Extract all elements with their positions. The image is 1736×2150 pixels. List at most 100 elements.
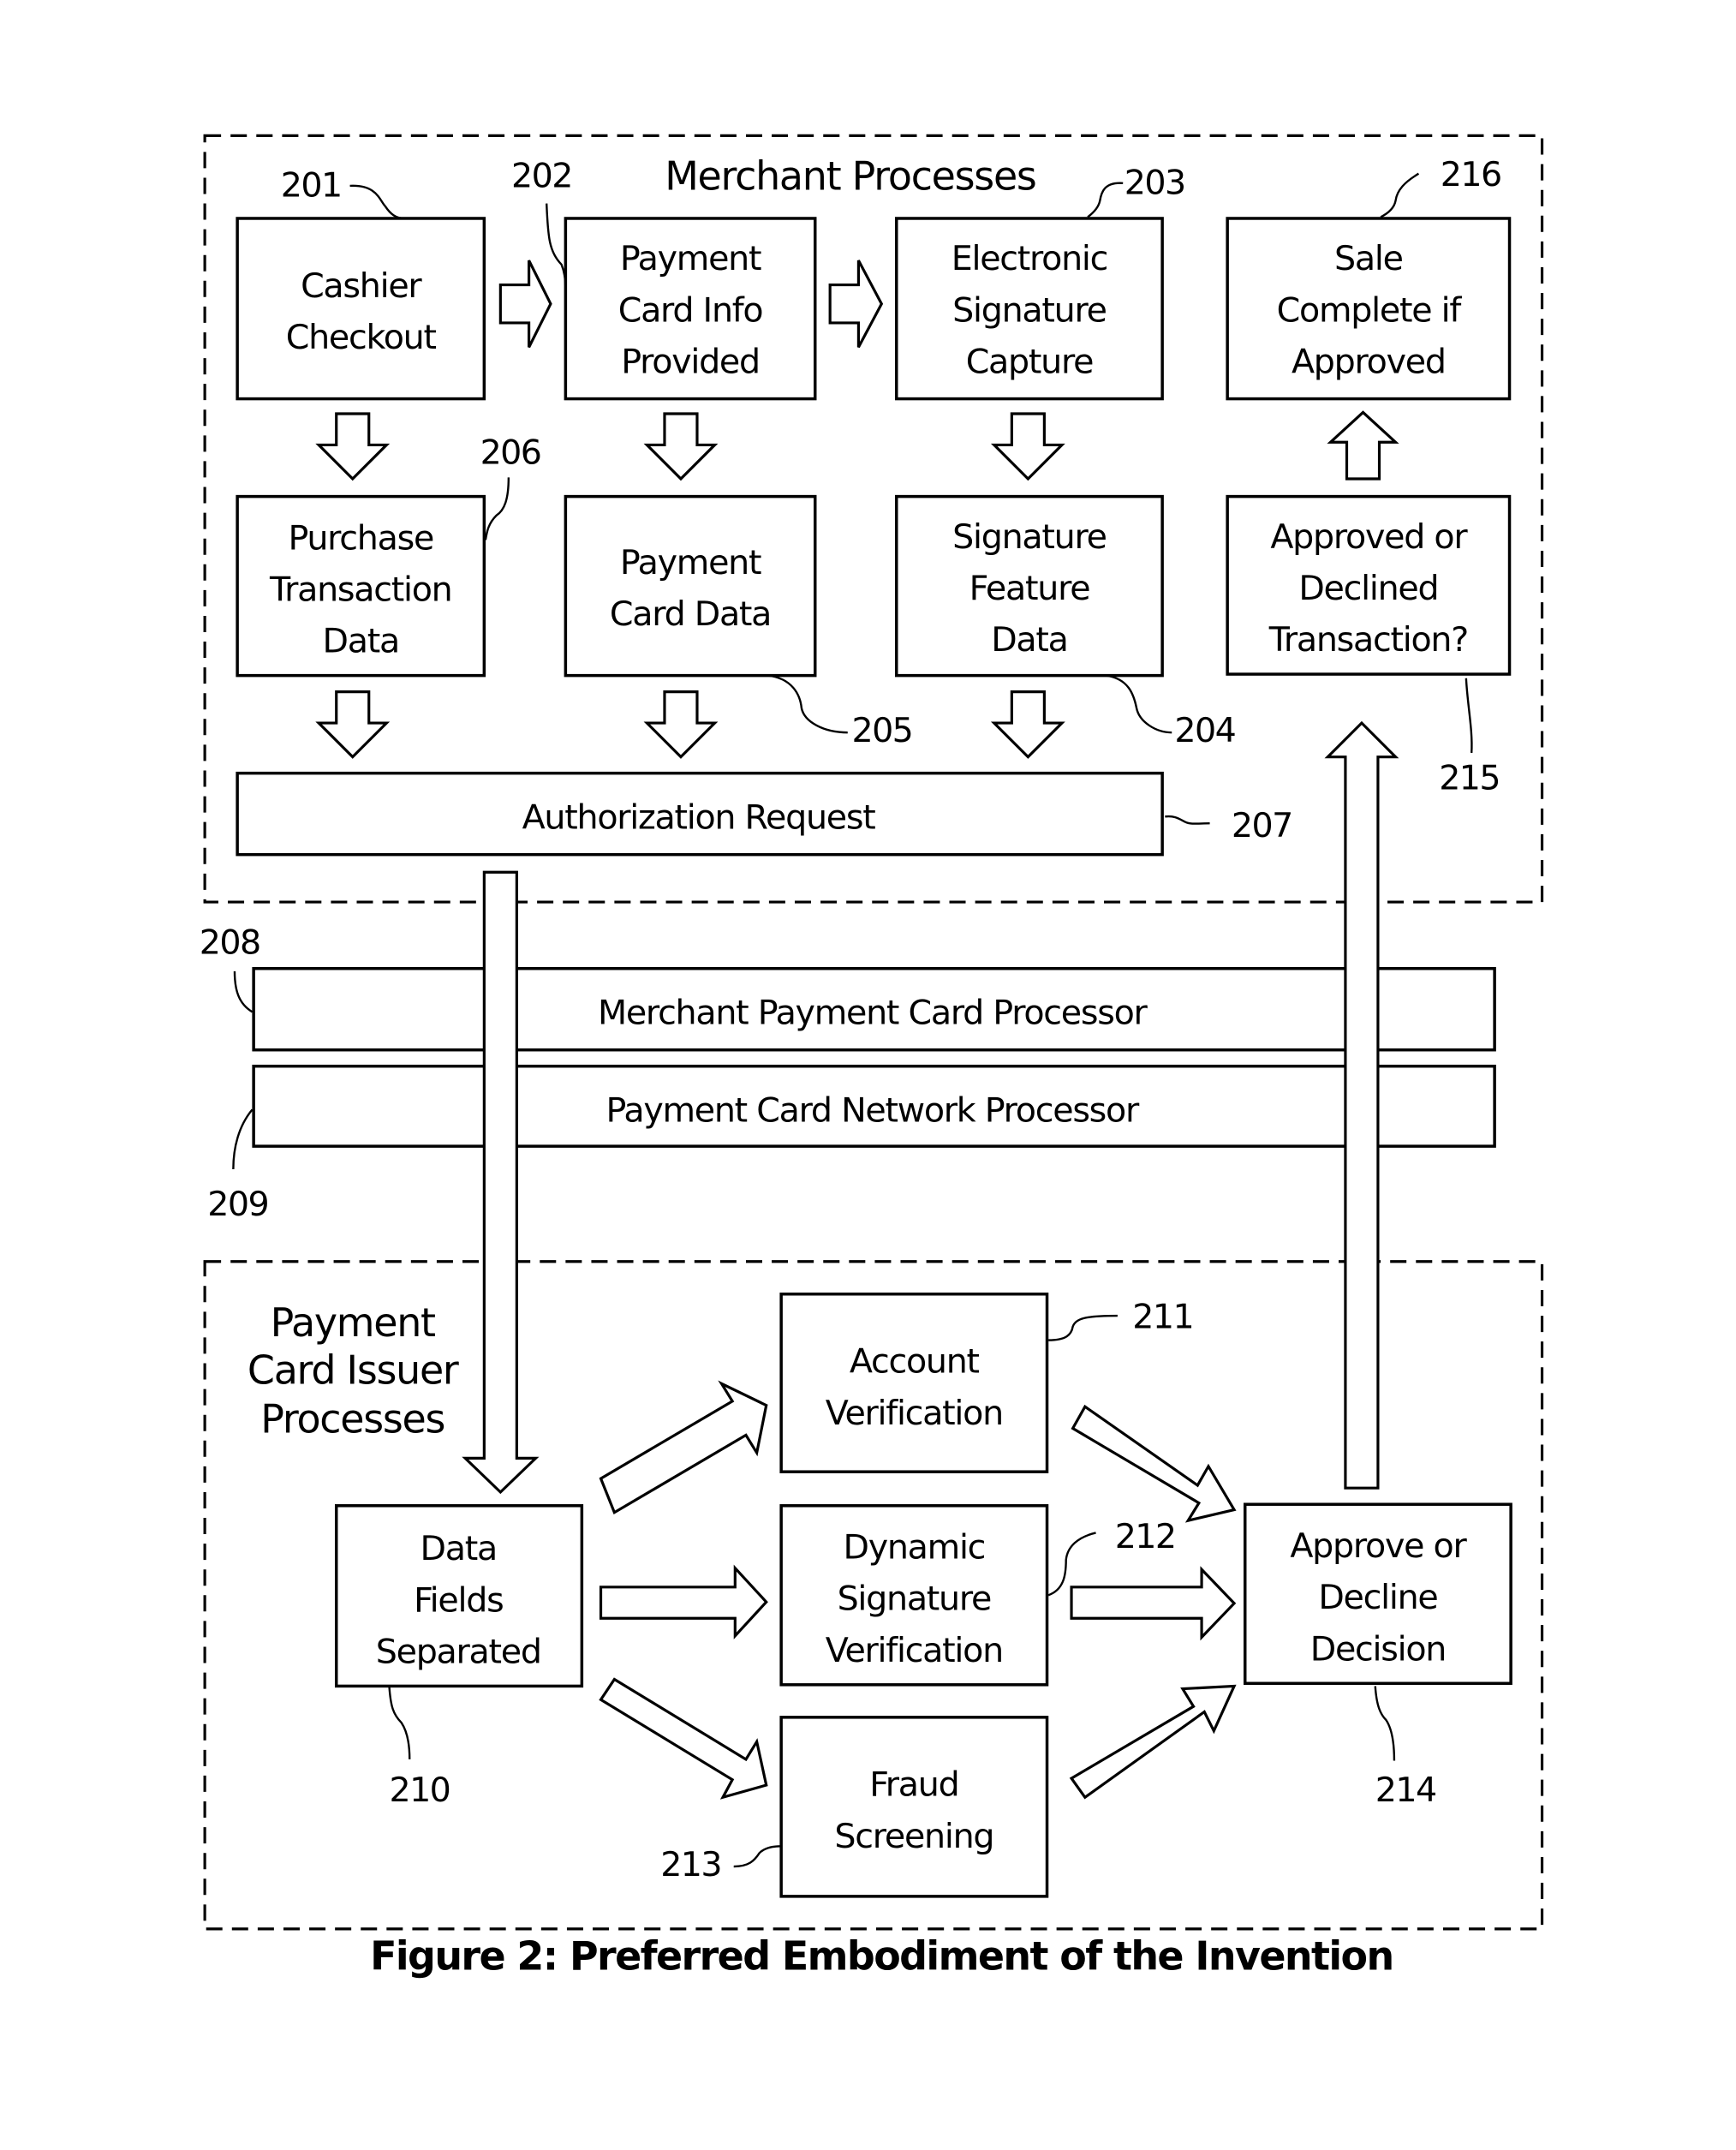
svg-text:Signature: Signature: [952, 517, 1107, 557]
ref-209: 209: [207, 1185, 268, 1224]
leader-214: [1374, 1686, 1396, 1761]
svg-text:Merchant Payment Card Processo: Merchant Payment Card Processor: [598, 994, 1148, 1033]
svg-text:Account: Account: [850, 1342, 980, 1382]
svg-text:Provided: Provided: [621, 342, 760, 381]
svg-text:Feature: Feature: [969, 569, 1090, 608]
merchant-section-title: Merchant Processes: [665, 153, 1035, 200]
ref-215: 215: [1439, 759, 1500, 798]
patent-figure: Merchant Processes Payment Card Issuer P…: [200, 134, 1544, 1979]
arrow-down-206-to-207: [315, 690, 391, 759]
svg-text:Fraud: Fraud: [869, 1765, 958, 1805]
svg-text:Decline: Decline: [1318, 1578, 1437, 1617]
svg-text:Approved: Approved: [1292, 342, 1446, 381]
svg-text:Signature: Signature: [838, 1580, 992, 1619]
leader-208: [233, 970, 254, 1013]
svg-text:Capture: Capture: [966, 342, 1094, 381]
leader-201: [349, 184, 404, 220]
arrow-right-201-to-202: [498, 260, 552, 349]
svg-text:Screening: Screening: [834, 1817, 993, 1856]
box-210-data-fields-separated: Data Fields Separated: [334, 1504, 584, 1688]
box-211-account-verification: Account Verification: [779, 1293, 1049, 1473]
arrow-down-202-to-205: [643, 412, 719, 481]
leader-216: [1380, 172, 1420, 218]
svg-text:Signature: Signature: [952, 290, 1107, 330]
svg-text:Card Data: Card Data: [610, 594, 771, 634]
figure-caption: Figure 2: Preferred Embodiment of the In…: [370, 1932, 1393, 1979]
arrow-210-to-212: [599, 1564, 768, 1639]
svg-text:Fields: Fields: [414, 1580, 503, 1620]
ref-211: 211: [1132, 1297, 1193, 1336]
arrow-down-205-to-207: [643, 690, 719, 759]
arrow-down-201-to-206: [315, 412, 391, 481]
box-212-dynamic-signature-verification: Dynamic Signature Verification: [779, 1504, 1049, 1687]
ref-202: 202: [511, 157, 572, 196]
ref-204: 204: [1174, 711, 1235, 750]
arrow-down-204-to-207: [990, 690, 1065, 759]
box-216-sale-complete: Sale Complete if Approved: [1226, 217, 1512, 401]
svg-text:Data: Data: [991, 620, 1067, 660]
svg-text:Data: Data: [421, 1529, 497, 1568]
arrow-213-to-214: [1069, 1684, 1237, 1800]
box-202-payment-card-info: Payment Card Info Provided: [564, 217, 817, 401]
arrow-210-to-211: [599, 1380, 768, 1515]
svg-text:Decision: Decision: [1310, 1629, 1446, 1669]
ref-212: 212: [1115, 1517, 1176, 1556]
leader-203: [1087, 182, 1124, 218]
leader-207: [1165, 815, 1210, 825]
arrow-down-203-to-204: [990, 412, 1065, 481]
svg-text:Card Info: Card Info: [618, 290, 763, 330]
svg-text:Complete if: Complete if: [1277, 290, 1463, 330]
box-215-approved-or-declined: Approved or Declined Transaction?: [1226, 494, 1512, 676]
box-205-payment-card-data: Payment Card Data: [564, 494, 817, 678]
svg-text:Purchase: Purchase: [288, 518, 433, 558]
ref-213: 213: [660, 1845, 721, 1884]
svg-text:Separated: Separated: [376, 1632, 541, 1671]
arrow-211-to-214: [1071, 1404, 1237, 1523]
svg-text:Payment: Payment: [620, 543, 761, 582]
svg-text:Data: Data: [323, 622, 399, 661]
svg-text:Payment Card Network Processor: Payment Card Network Processor: [606, 1091, 1140, 1131]
box-206-purchase-transaction-data: Purchase Transaction Data: [236, 494, 486, 678]
arrow-up-215-to-216: [1327, 410, 1399, 481]
box-207-authorization-request: Authorization Request: [236, 771, 1164, 857]
svg-text:Authorization Request: Authorization Request: [522, 798, 876, 838]
svg-text:Transaction: Transaction: [269, 570, 451, 610]
box-208-merchant-processor: Merchant Payment Card Processor: [252, 966, 1496, 1052]
svg-text:Processes: Processes: [260, 1395, 444, 1442]
ref-205: 205: [851, 711, 912, 750]
box-213-fraud-screening: Fraud Screening: [779, 1716, 1049, 1898]
svg-text:Approved or: Approved or: [1270, 517, 1468, 557]
arrow-long-down-207-to-210: [462, 870, 540, 1495]
ref-208: 208: [200, 923, 260, 962]
ref-216: 216: [1441, 155, 1501, 194]
svg-text:Sale: Sale: [1334, 239, 1403, 278]
svg-text:Cashier: Cashier: [301, 266, 422, 306]
ref-210: 210: [389, 1771, 450, 1810]
leader-206: [484, 477, 510, 540]
svg-text:Transaction?: Transaction?: [1268, 620, 1468, 660]
svg-text:Checkout: Checkout: [286, 318, 437, 357]
ref-203: 203: [1125, 163, 1185, 202]
leader-211: [1048, 1314, 1118, 1341]
svg-text:Verification: Verification: [826, 1394, 1003, 1433]
leader-204: [1105, 674, 1172, 734]
arrow-212-to-214: [1070, 1566, 1237, 1641]
leader-215: [1465, 678, 1473, 753]
ref-214: 214: [1375, 1771, 1436, 1810]
svg-text:Payment: Payment: [620, 239, 761, 278]
arrow-210-to-213: [599, 1677, 768, 1800]
svg-text:Card Issuer: Card Issuer: [248, 1347, 459, 1393]
svg-text:Verification: Verification: [826, 1631, 1003, 1670]
box-209-network-processor: Payment Card Network Processor: [252, 1064, 1496, 1148]
leader-205: [767, 674, 848, 734]
box-214-approve-or-decline-decision: Approve or Decline Decision: [1243, 1502, 1512, 1685]
box-203-signature-capture: Electronic Signature Capture: [895, 217, 1164, 401]
leader-202: [546, 203, 567, 292]
box-204-signature-feature-data: Signature Feature Data: [895, 494, 1164, 678]
svg-text:Electronic: Electronic: [952, 239, 1107, 278]
svg-text:Payment: Payment: [271, 1299, 435, 1346]
leader-209: [232, 1108, 254, 1170]
svg-text:Dynamic: Dynamic: [843, 1528, 985, 1568]
leader-213: [733, 1845, 782, 1868]
ref-206: 206: [480, 433, 541, 473]
